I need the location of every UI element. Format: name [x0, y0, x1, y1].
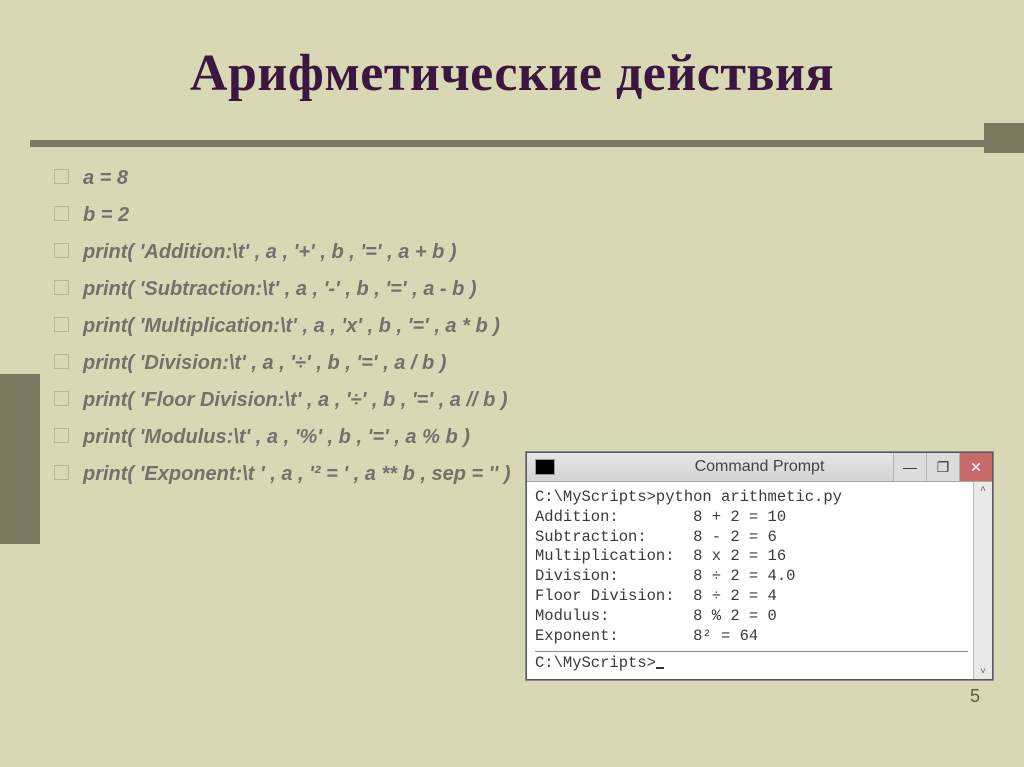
window-controls: — ❐ ✕: [893, 453, 992, 481]
list-item: print( 'Subtraction:\t' , a , '-' , b , …: [54, 275, 954, 304]
scroll-up-icon[interactable]: ˄: [980, 482, 986, 497]
minimize-button[interactable]: —: [893, 453, 926, 481]
bullet-text: print( 'Subtraction:\t' , a , '-' , b , …: [83, 275, 477, 304]
maximize-button[interactable]: ❐: [926, 453, 959, 481]
bullet-icon: [54, 391, 69, 406]
list-item: print( 'Multiplication:\t' , a , 'x' , b…: [54, 312, 954, 341]
bullet-text: print( 'Modulus:\t' , a , '%' , b , '=' …: [83, 423, 470, 452]
bullet-text: a = 8: [83, 164, 128, 193]
code-bullets: a = 8 b = 2 print( 'Addition:\t' , a , '…: [54, 164, 954, 497]
bullet-icon: [54, 317, 69, 332]
console-icon: [535, 459, 555, 475]
bullet-icon: [54, 428, 69, 443]
window-titlebar[interactable]: Command Prompt — ❐ ✕: [527, 453, 992, 482]
cursor-icon: [656, 667, 664, 669]
console-output: C:\MyScripts>python arithmetic.py Additi…: [535, 488, 968, 647]
scrollbar[interactable]: ˄ ˅: [973, 482, 992, 679]
bullet-icon: [54, 169, 69, 184]
bullet-text: print( 'Division:\t' , a , '÷' , b , '='…: [83, 349, 446, 378]
bullet-icon: [54, 206, 69, 221]
list-item: print( 'Modulus:\t' , a , '%' , b , '=' …: [54, 423, 954, 452]
scroll-down-icon[interactable]: ˅: [980, 664, 986, 679]
bullet-icon: [54, 243, 69, 258]
console-body: ˄ ˅ C:\MyScripts>python arithmetic.py Ad…: [527, 482, 992, 679]
bullet-icon: [54, 280, 69, 295]
page-number: 5: [970, 686, 980, 707]
console-prompt[interactable]: C:\MyScripts>: [535, 654, 968, 674]
slide: Арифметические действия a = 8 b = 2 prin…: [0, 0, 1024, 767]
bullet-icon: [54, 465, 69, 480]
page-title: Арифметические действия: [0, 44, 1024, 103]
bullet-text: print( 'Addition:\t' , a , '+' , b , '='…: [83, 238, 457, 267]
bullet-text: print( 'Exponent:\t ' , a , '² = ' , a *…: [83, 460, 510, 489]
bullet-icon: [54, 354, 69, 369]
command-prompt-window: Command Prompt — ❐ ✕ ˄ ˅ C:\MyScripts>py…: [526, 452, 993, 680]
list-item: b = 2: [54, 201, 954, 230]
divider-left: [0, 374, 40, 544]
list-item: print( 'Addition:\t' , a , '+' , b , '='…: [54, 238, 954, 267]
console-divider: [535, 651, 968, 652]
bullet-text: b = 2: [83, 201, 129, 230]
divider-top: [30, 140, 995, 147]
list-item: print( 'Floor Division:\t' , a , '÷' , b…: [54, 386, 954, 415]
list-item: print( 'Division:\t' , a , '÷' , b , '='…: [54, 349, 954, 378]
close-button[interactable]: ✕: [959, 453, 992, 481]
divider-right: [984, 123, 1024, 153]
bullet-text: print( 'Multiplication:\t' , a , 'x' , b…: [83, 312, 500, 341]
bullet-text: print( 'Floor Division:\t' , a , '÷' , b…: [83, 386, 508, 415]
list-item: a = 8: [54, 164, 954, 193]
